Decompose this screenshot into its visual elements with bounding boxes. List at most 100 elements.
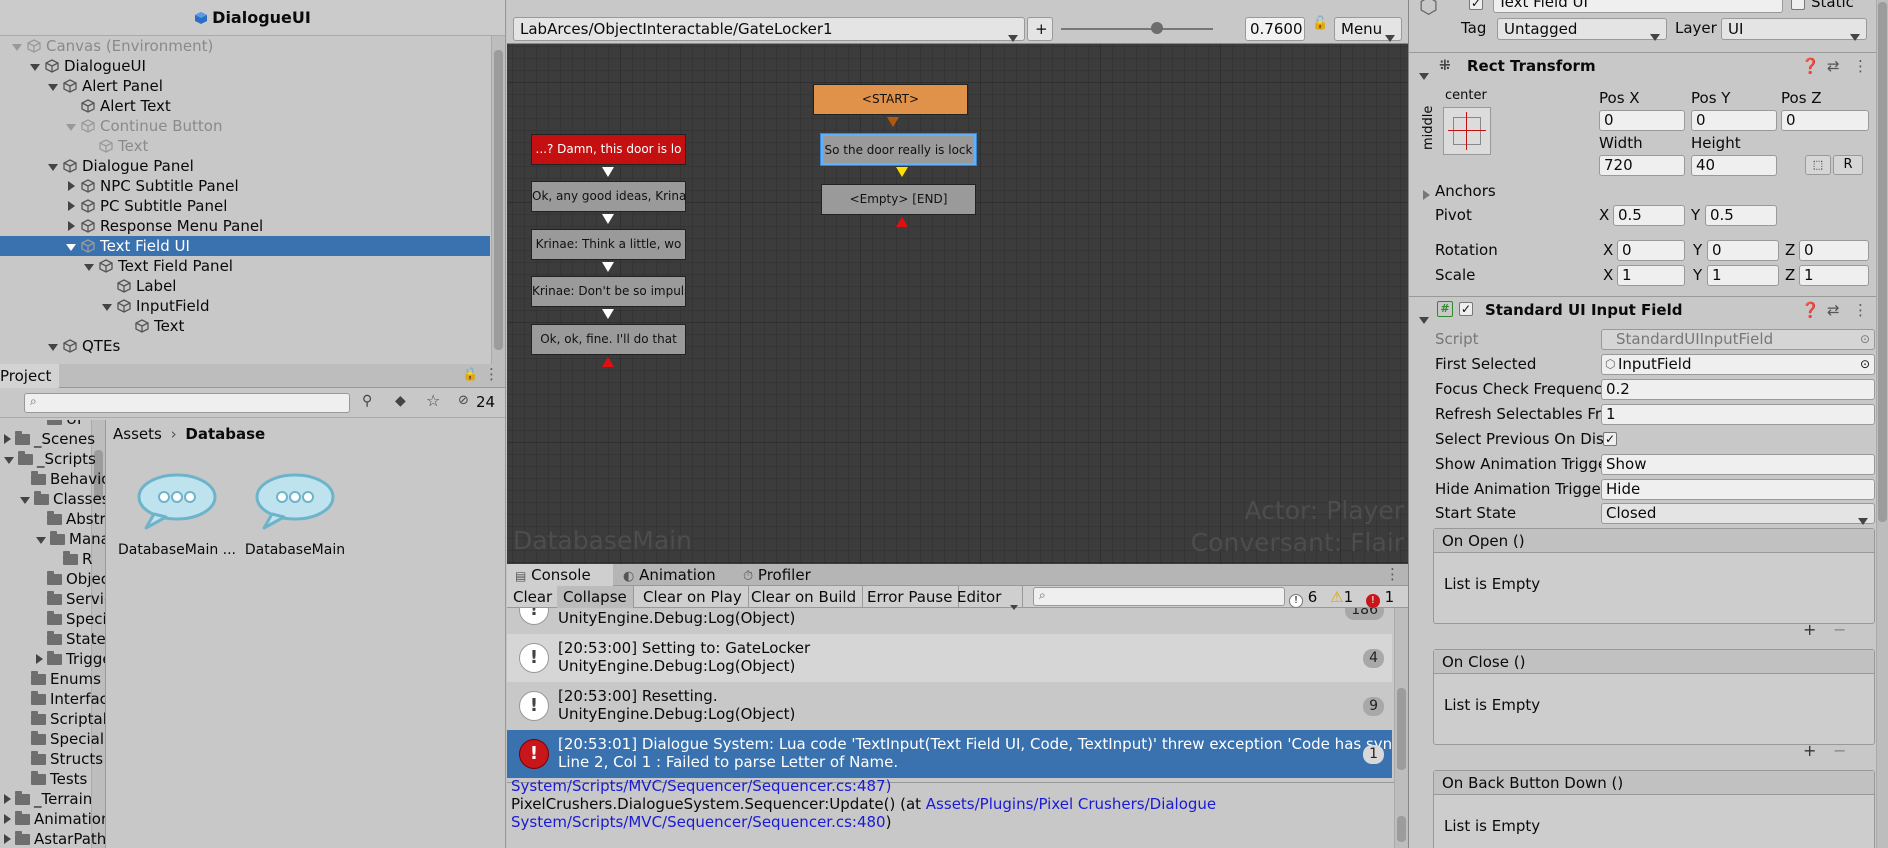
select-previous-checkbox[interactable]: ✓ [1603,432,1617,446]
console-log-entry[interactable]: ! [20:53:00] Setting to: GateLocker UnityE… [507,634,1392,682]
folder-arrow-icon[interactable] [36,530,50,548]
clear-button[interactable]: Clear [507,586,560,608]
expanded-arrow-icon[interactable] [46,336,60,356]
dialogue-node[interactable]: Ok, any good ideas, Krinae [531,181,686,212]
editor-dropdown[interactable]: Editor [951,586,1023,610]
hierarchy-item[interactable]: Response Menu Panel [0,216,490,236]
console-log-entry[interactable]: ! [20:53:01] Dialogue System: Lua code 'T… [507,730,1392,778]
rect-transform-header[interactable]: ⁜ Rect Transform ❓ ⇄ ⋮ [1409,52,1888,80]
expanded-arrow-icon[interactable] [64,116,78,136]
show-animation-field[interactable]: Show [1601,454,1875,475]
stack-trace-link[interactable]: System/Scripts/MVC/Sequencer/Sequencer.c… [511,813,886,831]
project-folder-item[interactable]: AstarPathfinding [4,829,105,848]
inspector-scrollbar[interactable] [1876,0,1888,848]
remove-event-button[interactable]: − [1833,741,1846,760]
lock-icon[interactable]: 🔓 [1312,16,1328,31]
clear-on-play-toggle[interactable]: Clear on Play [637,586,749,608]
zoom-slider[interactable] [1061,22,1213,34]
hierarchy-item[interactable]: Text [0,316,490,336]
tab-profiler[interactable]: ⏱ Profiler [743,564,811,586]
expanded-arrow-icon[interactable] [82,256,96,276]
add-conversation-button[interactable]: + [1027,17,1053,41]
kebab-menu-icon[interactable]: ⋮ [1385,565,1400,583]
anchor-presets-button[interactable] [1443,107,1491,155]
project-search-input[interactable]: ⌕ [24,393,350,413]
dialogue-node[interactable]: ...? Damn, this door is lo [531,134,686,165]
console-scrollbar[interactable] [1394,608,1408,782]
add-event-button[interactable]: + [1803,620,1816,639]
pos-y-field[interactable]: 0 [1691,110,1777,131]
pivot-x-field[interactable]: 0.5 [1613,205,1685,226]
preset-icon[interactable]: ⇄ [1827,297,1840,323]
warning-count-toggle[interactable]: ⚠1 [1330,588,1353,606]
expanded-arrow-icon[interactable] [46,76,60,96]
remove-event-button[interactable]: − [1833,620,1846,639]
project-folder-item[interactable]: Scriptables [20,709,105,729]
start-state-dropdown[interactable]: Closed [1601,503,1875,525]
expanded-arrow-icon[interactable] [64,236,78,256]
error-pause-toggle[interactable]: Error Pause [861,586,960,608]
hierarchy-item[interactable]: Alert Panel [0,76,490,96]
hierarchy-item[interactable]: Label [0,276,490,296]
rotation-z-field[interactable]: 0 [1799,240,1869,261]
hierarchy-item[interactable]: Text [0,136,490,156]
hidden-packages-icon[interactable]: ⊘ [458,393,469,408]
rotation-y-field[interactable]: 0 [1707,240,1779,261]
input-field-component-header[interactable]: # ✓ Standard UI Input Field ❓ ⇄ ⋮ [1409,296,1888,324]
project-folder-item[interactable]: Managers [36,529,105,549]
hide-animation-field[interactable]: Hide [1601,479,1875,500]
tag-dropdown[interactable]: Untagged [1497,18,1667,41]
dialogue-node[interactable]: <START> [813,84,968,115]
expanded-arrow-icon[interactable] [28,56,42,76]
scale-x-field[interactable]: 1 [1617,265,1685,286]
hierarchy-item[interactable]: NPC Subtitle Panel [0,176,490,196]
layer-dropdown[interactable]: UI [1721,18,1867,41]
pivot-y-field[interactable]: 0.5 [1705,205,1777,226]
project-folder-item[interactable]: Classes [20,489,105,509]
project-folder-item[interactable]: Services [36,589,105,609]
project-folder-item[interactable]: _Terrain [4,789,92,809]
project-folder-item[interactable]: _Scenes [4,429,95,449]
expanded-arrow-icon[interactable] [46,156,60,176]
zoom-slider-thumb[interactable] [1150,22,1163,34]
stack-trace-link[interactable]: Assets/Plugins/Pixel Crushers/Dialogue [926,795,1216,813]
console-log-entry[interactable]: ! [20:53:00] Resetting. UnityEngine.Debug:… [507,682,1392,730]
kebab-menu-icon[interactable]: ⋮ [1853,53,1868,79]
kebab-menu-icon[interactable]: ⋮ [484,365,499,383]
help-icon[interactable]: ❓ [1801,53,1820,79]
static-checkbox[interactable] [1791,0,1805,10]
project-folder-item[interactable]: R [52,549,92,569]
project-folder-item[interactable]: Behaviours [20,469,105,489]
breadcrumb-assets[interactable]: Assets [113,425,162,443]
hierarchy-item[interactable]: Canvas (Environment) [0,36,490,56]
asset-item[interactable]: DatabaseMain ... [117,470,237,558]
dialogue-node[interactable]: Krinae: Don't be so impuls [531,276,686,307]
favorites-star-icon[interactable]: ☆ [426,391,440,410]
stack-trace-scrollbar[interactable] [1394,782,1408,848]
folder-arrow-icon[interactable] [4,810,15,828]
anchors-label[interactable]: Anchors [1435,182,1496,200]
project-folder-item[interactable]: Abstract [36,509,105,529]
expanded-arrow-icon[interactable] [100,296,114,316]
dialogue-node[interactable]: Krinae: Think a little, wo [531,229,686,260]
collapsed-arrow-icon[interactable] [64,216,78,236]
lock-icon[interactable]: 🔒 [462,367,478,382]
folder-arrow-icon[interactable] [36,650,47,668]
tab-project[interactable]: Project [0,364,60,388]
hierarchy-item[interactable]: Text Field Panel [0,256,490,276]
expand-arrow-icon[interactable] [1423,186,1430,204]
folder-arrow-icon[interactable] [4,450,18,468]
hierarchy-scrollbar[interactable] [491,36,505,364]
expanded-arrow-icon[interactable] [10,36,24,56]
help-icon[interactable]: ❓ [1801,297,1820,323]
breadcrumb-database[interactable]: Database [185,425,265,443]
stack-trace-line[interactable]: System/Scripts/MVC/Sequencer/Sequencer.c… [511,777,891,795]
blueprint-mode-button[interactable]: ⬚ [1805,155,1831,175]
menu-dropdown[interactable]: Menu [1334,17,1402,42]
console-search-input[interactable]: ⌕ [1033,587,1285,606]
tab-animation[interactable]: ◐ Animation [623,564,716,586]
project-folder-item[interactable]: _Scripts [4,449,96,469]
folder-arrow-icon[interactable] [4,790,15,808]
project-folder-item[interactable]: Objects [36,569,105,589]
conversation-dropdown[interactable]: LabArces/ObjectInteractable/GateLocker1 [513,17,1025,42]
